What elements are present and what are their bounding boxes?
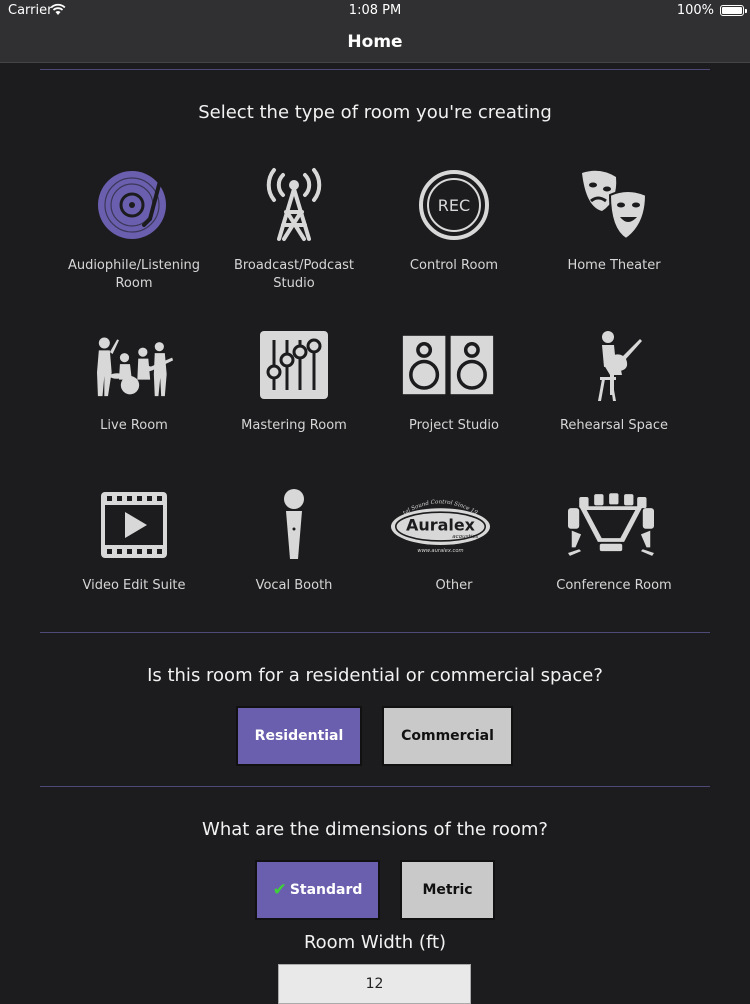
room-option-label: Audiophile/Listening Room (67, 258, 201, 291)
room-option-label: Other (435, 578, 473, 593)
room-option-conference-room[interactable]: Conference Room (534, 485, 694, 635)
section-divider (40, 632, 710, 633)
room-option-vocal-booth[interactable]: Vocal Booth (214, 485, 374, 635)
room-option-broadcast[interactable]: Broadcast/Podcast Studio (214, 165, 374, 315)
microphone-icon (254, 485, 334, 565)
room-type-prompt: Select the type of room you're creating (198, 102, 552, 123)
room-option-label: Video Edit Suite (82, 578, 186, 593)
room-option-label: Broadcast/Podcast Studio (233, 258, 355, 291)
battery-percent: 100% (676, 3, 714, 18)
conference-table-icon (568, 485, 654, 565)
room-option-label: Project Studio (408, 418, 500, 433)
checkmark-icon: ✔ (272, 880, 287, 900)
room-option-label: Rehearsal Space (559, 418, 669, 433)
room-option-live-room[interactable]: Live Room (54, 325, 214, 475)
room-option-other[interactable]: Total Sound Control Since 1977 Auralex a… (374, 485, 534, 635)
clock: 1:08 PM (348, 3, 402, 18)
rec-icon: REC (414, 165, 494, 245)
room-option-mastering-room[interactable]: Mastering Room (214, 325, 374, 475)
room-option-video-edit-suite[interactable]: Video Edit Suite (54, 485, 214, 635)
space-type-prompt: Is this room for a residential or commer… (147, 665, 603, 686)
section-divider (40, 69, 710, 70)
room-option-rehearsal-space[interactable]: Rehearsal Space (534, 325, 694, 475)
room-option-home-theater[interactable]: Home Theater (534, 165, 694, 315)
metric-units-button[interactable]: Metric (400, 860, 495, 920)
vinyl-record-icon (94, 165, 174, 245)
auralex-logo-url: www.auralex.com (417, 548, 463, 554)
room-option-label: Live Room (100, 418, 168, 433)
standard-units-label: Standard (289, 882, 363, 898)
commercial-button[interactable]: Commercial (382, 706, 513, 766)
status-bar: Carrier 1:08 PM 100% (0, 0, 750, 22)
speakers-icon (402, 325, 494, 405)
auralex-logo: Total Sound Control Since 1977 Auralex a… (387, 485, 494, 565)
rec-icon-text: REC (438, 196, 470, 215)
room-option-label: Mastering Room (241, 418, 347, 433)
guitarist-icon (574, 325, 654, 405)
navigation-bar: Home (0, 22, 750, 63)
theater-masks-icon (574, 165, 654, 245)
battery-icon (720, 5, 747, 16)
room-width-label: Room Width (ft) (303, 932, 447, 953)
mixer-faders-icon (254, 325, 334, 405)
live-band-icon (94, 325, 174, 405)
auralex-logo-text: Auralex (406, 516, 476, 535)
page-title: Home (347, 32, 403, 52)
room-option-label: Home Theater (567, 258, 661, 273)
room-option-control-room[interactable]: REC Control Room (374, 165, 534, 315)
room-width-input[interactable]: 12 (278, 964, 471, 1004)
residential-button[interactable]: Residential (236, 706, 362, 766)
room-option-label: Conference Room (556, 578, 672, 593)
room-option-audiophile[interactable]: Audiophile/Listening Room (54, 165, 214, 315)
dimensions-prompt: What are the dimensions of the room? (202, 819, 548, 840)
film-play-icon (94, 485, 174, 565)
broadcast-tower-icon (254, 165, 334, 245)
auralex-logo-subtext: acoustics (452, 534, 478, 540)
standard-units-button[interactable]: ✔ Standard (255, 860, 380, 920)
room-option-label: Control Room (409, 258, 499, 273)
room-option-label: Vocal Booth (255, 578, 333, 593)
room-option-project-studio[interactable]: Project Studio (374, 325, 534, 475)
section-divider (40, 786, 710, 787)
